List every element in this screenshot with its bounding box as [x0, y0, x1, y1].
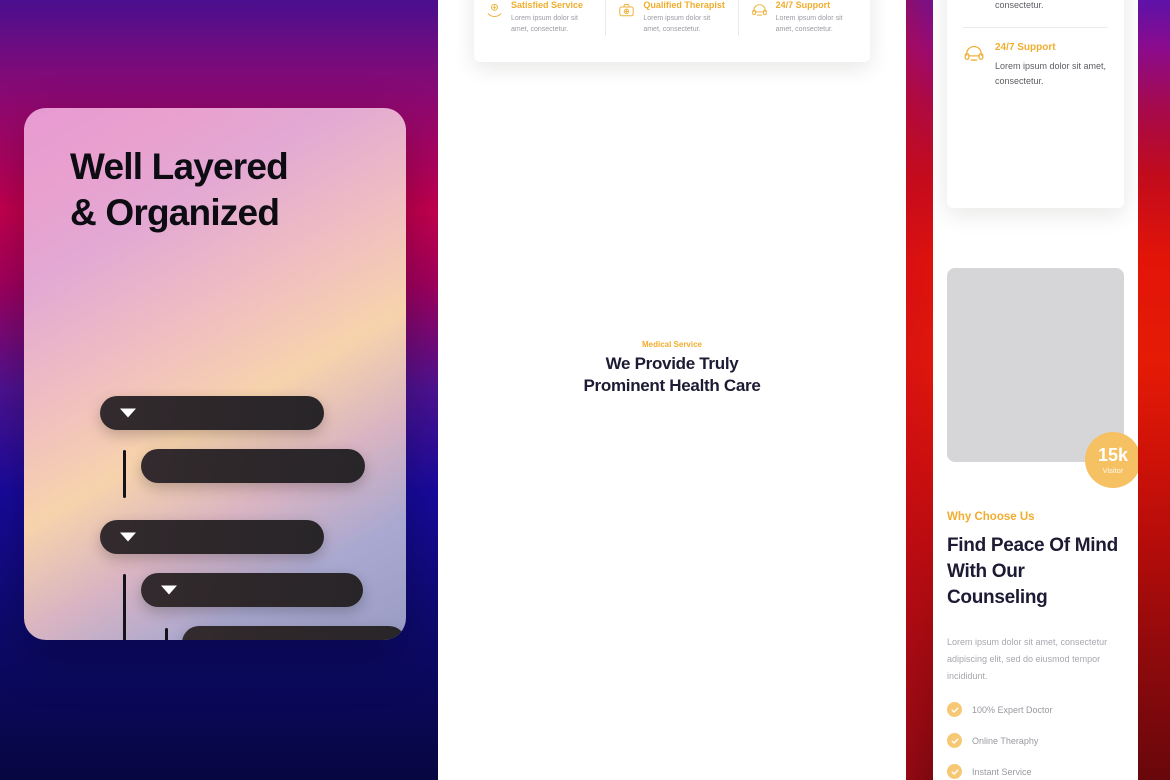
- feature-item: 24/7 Support Lorem ipsum dolor sit amet, …: [963, 26, 1108, 103]
- caret-down-icon[interactable]: [120, 408, 136, 418]
- layer-list: [24, 268, 406, 640]
- right-preview-panel: Qualified TherapistLorem ipsum dolor sit…: [933, 0, 1138, 780]
- right-visitor-badge-number: 15k: [1097, 444, 1129, 465]
- check-label: Instant Service: [972, 766, 1032, 777]
- check-icon: [947, 702, 962, 717]
- check-item: Instant Service: [947, 764, 1127, 779]
- feature-desc: Lorem ipsum dolor sit amet, consectetur.: [511, 15, 578, 33]
- caret-down-icon[interactable]: [120, 532, 136, 542]
- right-paragraph: Lorem ipsum dolor sit amet, consectetur …: [947, 637, 1108, 682]
- headset-support-icon: [963, 43, 985, 70]
- feature-title: Satisfied Service: [511, 0, 584, 11]
- layer-connector-line: [123, 450, 126, 498]
- layer-bar[interactable]: [141, 449, 365, 483]
- feature-desc: Lorem ipsum dolor sit amet, consectetur.: [643, 15, 711, 33]
- feature-item: Qualified Therapist Lorem ipsum dolor sit…: [605, 0, 737, 36]
- headset-support-icon: [751, 2, 768, 24]
- hero-card: Well Layered & Organized: [24, 108, 406, 640]
- right-check-list: 100% Expert Doctor Online Theraphy Instant…: [947, 702, 1127, 780]
- feature-strip: Satisfied Service Lorem ipsum dolor sit a…: [474, 0, 870, 62]
- medical-service-eyebrow: Medical Service: [641, 340, 703, 349]
- feature-desc: Lorem ipsum dolor sit amet, consectetur.: [995, 60, 1107, 86]
- check-item: 100% Expert Doctor: [947, 702, 1127, 717]
- right-image-placeholder: [947, 268, 1124, 462]
- feature-title: 24/7 Support: [775, 0, 831, 11]
- right-eyebrow: Why Choose Us: [947, 511, 1035, 523]
- medical-service-heading: We Provide Truly Prominent Health Care: [583, 354, 761, 396]
- hand-plus-icon: [486, 2, 503, 24]
- right-feature-card: Qualified TherapistLorem ipsum dolor sit…: [947, 0, 1124, 208]
- medical-bag-icon: [618, 2, 635, 24]
- check-item: Online Theraphy: [947, 733, 1127, 748]
- layer-bar[interactable]: [100, 396, 324, 430]
- check-icon: [947, 733, 962, 748]
- layer-connector-line: [165, 628, 168, 640]
- right-visitor-badge: 15k Visitor: [1085, 432, 1138, 488]
- feature-title: Qualified Therapist: [643, 0, 725, 11]
- layer-bar[interactable]: [141, 573, 363, 607]
- right-visitor-badge-label: Visitor: [1102, 465, 1124, 475]
- feature-item: 24/7 Support Lorem ipsum dolor sit amet, …: [737, 0, 870, 36]
- layer-connector-line: [123, 574, 126, 640]
- layer-bar[interactable]: [182, 626, 406, 640]
- check-icon: [947, 764, 962, 779]
- check-label: 100% Expert Doctor: [972, 704, 1053, 715]
- check-label: Online Theraphy: [972, 735, 1039, 746]
- layer-bar[interactable]: [100, 520, 324, 554]
- feature-desc: Lorem ipsum dolor sit amet, consectetur.: [995, 0, 1044, 10]
- feature-item: Qualified TherapistLorem ipsum dolor sit…: [963, 0, 1108, 27]
- caret-down-icon[interactable]: [161, 585, 177, 595]
- feature-title: 24/7 Support: [995, 41, 1056, 53]
- right-heading: Find Peace Of Mind With Our Counseling: [947, 535, 1118, 609]
- feature-desc: Lorem ipsum dolor sit amet, consectetur.: [775, 15, 843, 33]
- middle-preview-panel: Satisfied Service Lorem ipsum dolor sit a…: [438, 0, 906, 780]
- page-title: Well Layered & Organized: [70, 146, 289, 233]
- feature-item: Satisfied Service Lorem ipsum dolor sit a…: [474, 0, 605, 36]
